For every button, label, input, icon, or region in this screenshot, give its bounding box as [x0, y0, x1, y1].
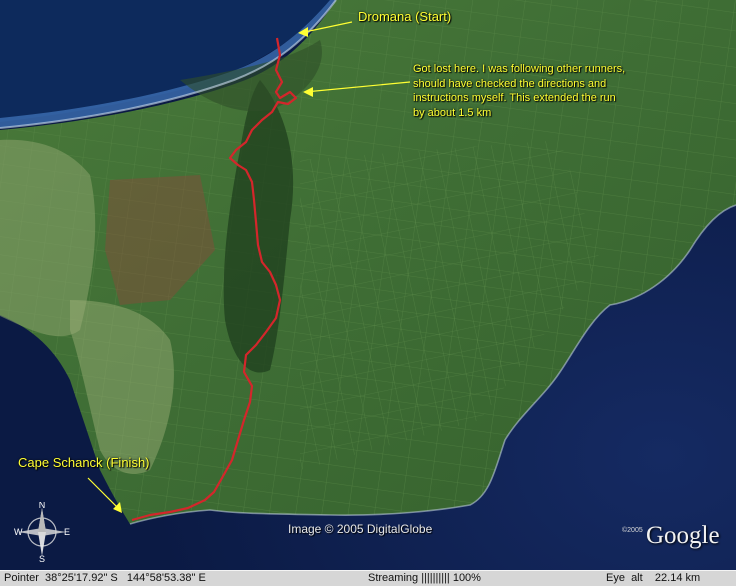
eye-altitude: Eye alt 22.14 km [606, 572, 701, 584]
map-viewer[interactable]: Dromana (Start) Got lost here. I was fol… [0, 0, 736, 586]
note-line: should have checked the directions and [413, 77, 607, 90]
note-line: instructions myself. This extended the r… [413, 92, 616, 104]
pointer-coordinates: Pointer 38°25'17.92" S 144°58'53.38" E [4, 572, 206, 584]
finish-annotation: Cape Schanck (Finish) [18, 455, 150, 470]
compass-east: E [64, 527, 70, 537]
google-logo: Google [646, 522, 720, 549]
imagery-credit: Image © 2005 DigitalGlobe [288, 522, 433, 536]
detour-note: Got lost here. I was following other run… [413, 62, 675, 120]
note-line: by about 1.5 km [413, 106, 492, 119]
compass-north: N [39, 502, 46, 510]
start-annotation: Dromana (Start) [358, 9, 452, 24]
compass-west: W [14, 527, 23, 537]
compass-south: S [39, 554, 45, 562]
status-bar: Pointer 38°25'17.92" S 144°58'53.38" E S… [0, 570, 736, 586]
streaming-status: Streaming |||||||||| 100% [368, 572, 481, 584]
note-line: Got lost here. I was following other run… [413, 63, 626, 75]
logo-year: ©2005 [622, 527, 643, 534]
compass-icon[interactable]: N S W E [12, 502, 72, 562]
